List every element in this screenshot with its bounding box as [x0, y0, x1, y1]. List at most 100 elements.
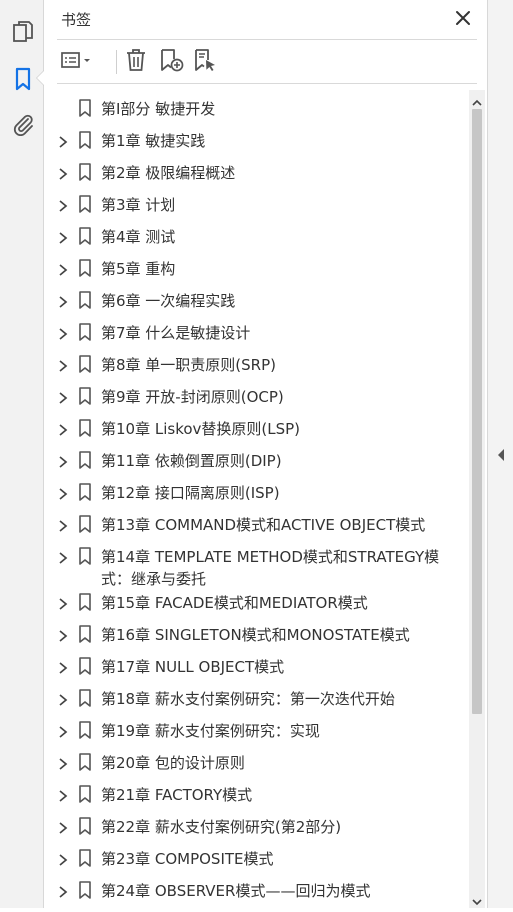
options-menu-icon	[60, 50, 94, 74]
scroll-down-arrow-icon[interactable]	[471, 893, 483, 906]
bookmark-item[interactable]: 第24章 OBSERVER模式——回归为模式	[45, 876, 471, 906]
bookmarks-panel: 书签 第I部分 敏捷开发第1章 敏捷实践第2章 极限编程概述第3章 计划	[45, 0, 487, 908]
chevron-right-icon[interactable]	[57, 820, 69, 834]
bookmark-label: 第20章 包的设计原则	[101, 754, 245, 772]
scrollbar-thumb[interactable]	[472, 109, 482, 714]
bookmark-item[interactable]: 第I部分 敏捷开发	[45, 94, 471, 124]
bookmark-item[interactable]: 第6章 一次编程实践	[45, 286, 471, 316]
bookmark-item[interactable]: 第4章 测试	[45, 222, 471, 252]
bookmark-item[interactable]: 第1章 敏捷实践	[45, 126, 471, 156]
bookmark-icon	[78, 451, 92, 469]
bookmark-item[interactable]: 第14章 TEMPLATE METHOD模式和STRATEGY模式：继承与委托	[45, 542, 471, 588]
bookmark-item[interactable]: 第10章 Liskov替换原则(LSP)	[45, 414, 471, 444]
chevron-right-icon[interactable]	[57, 358, 69, 372]
chevron-right-icon[interactable]	[57, 852, 69, 866]
bookmark-label: 第13章 COMMAND模式和ACTIVE OBJECT模式	[101, 516, 426, 534]
pages-icon[interactable]	[10, 19, 36, 45]
navigation-rail	[0, 0, 44, 908]
chevron-right-icon[interactable]	[57, 550, 69, 564]
chevron-right-icon[interactable]	[57, 326, 69, 340]
chevron-right-icon[interactable]	[57, 724, 69, 738]
bookmark-label: 第24章 OBSERVER模式——回归为模式	[101, 882, 371, 900]
bookmark-label: 第15章 FACADE模式和MEDIATOR模式	[101, 594, 368, 612]
bookmark-label: 第18章 薪水支付案例研究：第一次迭代开始	[101, 690, 395, 708]
bookmark-item[interactable]: 第23章 COMPOSITE模式	[45, 844, 471, 874]
bookmark-label: 第5章 重构	[101, 260, 176, 278]
bookmark-item[interactable]: 第12章 接口隔离原则(ISP)	[45, 478, 471, 508]
bookmark-label: 第23章 COMPOSITE模式	[101, 850, 274, 868]
bookmark-item[interactable]: 第11章 依赖倒置原则(DIP)	[45, 446, 471, 476]
bookmark-item[interactable]: 第16章 SINGLETON模式和MONOSTATE模式	[45, 620, 471, 650]
chevron-right-icon[interactable]	[57, 230, 69, 244]
chevron-right-icon[interactable]	[57, 262, 69, 276]
delete-icon	[125, 48, 147, 76]
bookmark-item[interactable]: 第15章 FACADE模式和MEDIATOR模式	[45, 588, 471, 618]
bookmark-item[interactable]: 第3章 计划	[45, 190, 471, 220]
chevron-right-icon[interactable]	[57, 486, 69, 500]
bookmark-icon	[78, 625, 92, 643]
bookmark-icon	[78, 419, 92, 437]
bookmark-item[interactable]: 第13章 COMMAND模式和ACTIVE OBJECT模式	[45, 510, 471, 540]
bookmarks-toolbar	[57, 44, 477, 80]
bookmark-item[interactable]: 第7章 什么是敏捷设计	[45, 318, 471, 348]
delete-bookmark-button[interactable]	[123, 48, 149, 76]
divider	[57, 39, 477, 40]
new-bookmark-from-structure-button[interactable]	[191, 48, 221, 76]
bookmark-item[interactable]: 第17章 NULL OBJECT模式	[45, 652, 471, 682]
bookmark-item[interactable]: 第9章 开放-封闭原则(OCP)	[45, 382, 471, 412]
scroll-up-arrow-icon[interactable]	[471, 94, 483, 106]
bookmark-label: 第6章 一次编程实践	[101, 292, 236, 310]
bookmark-item[interactable]: 第18章 薪水支付案例研究：第一次迭代开始	[45, 684, 471, 714]
attachments-icon[interactable]	[10, 111, 36, 137]
bookmark-icon	[78, 881, 92, 899]
bookmark-icon	[78, 195, 92, 213]
chevron-right-icon[interactable]	[57, 166, 69, 180]
bookmark-item[interactable]: 第19章 薪水支付案例研究：实现	[45, 716, 471, 746]
bookmark-icon	[78, 817, 92, 835]
bookmark-label: 第4章 测试	[101, 228, 176, 246]
panel-title: 书签	[61, 11, 92, 29]
chevron-right-icon[interactable]	[57, 756, 69, 770]
chevron-right-icon[interactable]	[57, 884, 69, 898]
chevron-right-icon[interactable]	[57, 294, 69, 308]
bookmark-icon	[78, 163, 92, 181]
chevron-right-icon[interactable]	[57, 660, 69, 674]
chevron-right-icon[interactable]	[57, 454, 69, 468]
chevron-right-icon[interactable]	[57, 596, 69, 610]
collapse-panel-icon[interactable]	[495, 447, 507, 463]
close-icon[interactable]	[453, 8, 473, 28]
chevron-right-icon[interactable]	[57, 390, 69, 404]
chevron-right-icon[interactable]	[57, 788, 69, 802]
bookmark-item[interactable]: 第21章 FACTORY模式	[45, 780, 471, 810]
bookmark-icon	[78, 259, 92, 277]
bookmark-icon	[78, 355, 92, 373]
bookmark-label: 第10章 Liskov替换原则(LSP)	[101, 420, 301, 438]
options-menu-button[interactable]	[59, 48, 95, 76]
bookmark-item[interactable]: 第8章 单一职责原则(SRP)	[45, 350, 471, 380]
chevron-right-icon[interactable]	[57, 198, 69, 212]
bookmark-tree: 第I部分 敏捷开发 第1章 敏捷实践 第2章 极限编程概述 第3章 计划 第4章 测试第…	[45, 90, 471, 908]
bookmark-icon	[78, 721, 92, 739]
bookmark-label: 第9章 开放-封闭原则(OCP)	[101, 388, 284, 406]
bookmark-icon	[78, 547, 92, 565]
bookmark-label: 第7章 什么是敏捷设计	[101, 324, 251, 342]
bookmark-label: 第11章 依赖倒置原则(DIP)	[101, 452, 282, 470]
bookmark-item[interactable]: 第2章 极限编程概述	[45, 158, 471, 188]
chevron-right-icon[interactable]	[57, 134, 69, 148]
chevron-right-icon[interactable]	[57, 518, 69, 532]
bookmark-label: 第2章 极限编程概述	[101, 164, 236, 182]
bookmark-label: 第I部分 敏捷开发	[101, 100, 216, 118]
bookmark-icon	[78, 323, 92, 341]
chevron-right-icon[interactable]	[57, 692, 69, 706]
chevron-right-icon[interactable]	[57, 628, 69, 642]
bookmark-icon	[78, 515, 92, 533]
bookmarks-icon[interactable]	[10, 66, 36, 92]
new-bookmark-icon	[159, 48, 185, 76]
chevron-right-icon[interactable]	[57, 422, 69, 436]
bookmark-item[interactable]: 第22章 薪水支付案例研究(第2部分)	[45, 812, 471, 842]
bookmark-icon	[78, 753, 92, 771]
bookmark-item[interactable]: 第20章 包的设计原则	[45, 748, 471, 778]
bookmark-item[interactable]: 第5章 重构	[45, 254, 471, 284]
new-bookmark-button[interactable]	[157, 48, 187, 76]
bookmark-icon	[78, 99, 92, 117]
